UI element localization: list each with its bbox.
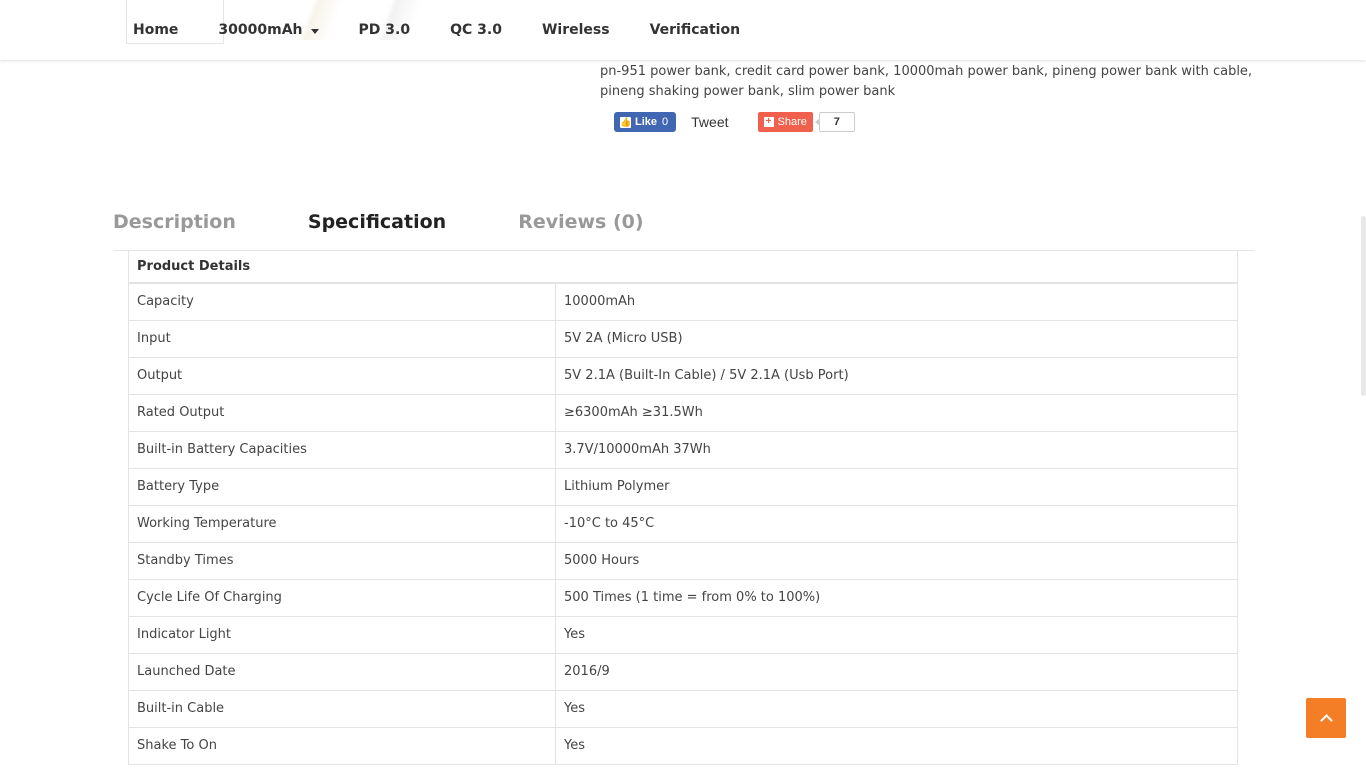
spec-value: 10000mAh: [555, 282, 1238, 321]
nav-item-label: PD 3.0: [358, 22, 411, 38]
share-count: 7: [814, 112, 855, 132]
table-row: Battery Type Lithium Polymer: [128, 467, 1238, 506]
spec-key: Output: [128, 356, 556, 395]
nav-item-label: 30000mAh: [218, 22, 303, 38]
tweet-button[interactable]: Tweet: [691, 114, 728, 130]
spec-value: Yes: [555, 689, 1238, 728]
nav-item-home[interactable]: Home: [133, 22, 178, 38]
spec-key: Cycle Life Of Charging: [128, 578, 556, 617]
table-row: Indicator Light Yes: [128, 615, 1238, 654]
spec-key: Standby Times: [128, 541, 556, 580]
nav-item-pd30[interactable]: PD 3.0: [359, 22, 411, 38]
tab-specification[interactable]: Specification: [308, 206, 446, 250]
spec-key: Capacity: [128, 282, 556, 321]
nav-item-30000mah[interactable]: 30000mAh: [218, 22, 319, 38]
table-row: Shake To On Yes: [128, 726, 1238, 765]
nav-item-label: Verification: [649, 22, 741, 38]
social-share-bar: 👍 Like 0 Tweet + Share 7: [614, 112, 855, 132]
spec-value: 500 Times (1 time = from 0% to 100%): [555, 578, 1238, 617]
spec-key: Battery Type: [128, 467, 556, 506]
table-row: Capacity 10000mAh: [128, 282, 1238, 321]
spec-key: Built-in Cable: [128, 689, 556, 728]
plus-icon: +: [763, 117, 774, 127]
spec-key: Rated Output: [128, 393, 556, 432]
spec-value: -10°C to 45°C: [555, 504, 1238, 543]
spec-value: Lithium Polymer: [555, 467, 1238, 506]
spec-value: Yes: [555, 615, 1238, 654]
spec-value: ≥6300mAh ≥31.5Wh: [555, 393, 1238, 432]
specification-table: Product Details Capacity 10000mAh Input 5V…: [128, 251, 1238, 765]
thumbs-up-icon: 👍: [620, 116, 632, 128]
spec-value: 2016/9: [555, 652, 1238, 691]
table-row: Built-in Battery Capacities 3.7V/10000mAh…: [128, 430, 1238, 469]
facebook-like-button[interactable]: 👍 Like 0: [614, 112, 677, 132]
spec-value: 5V 2.1A (Built-In Cable) / 5V 2.1A (Usb …: [555, 356, 1238, 395]
spec-key: Indicator Light: [128, 615, 556, 654]
nav-item-label: Home: [133, 22, 179, 38]
chevron-up-icon: [1319, 713, 1333, 727]
spec-key: Launched Date: [128, 652, 556, 691]
spec-value: 5000 Hours: [555, 541, 1238, 580]
fb-like-label: Like: [635, 116, 658, 128]
top-navigation-bar: Home 30000mAh PD 3.0 QC 3.0 Wireless Ver…: [0, 0, 1366, 60]
caret-down-icon: [310, 29, 319, 34]
nav-item-label: QC 3.0: [450, 22, 502, 38]
spec-key: Shake To On: [128, 726, 556, 765]
share-button[interactable]: + Share: [757, 112, 813, 132]
product-tabs: Description Specification Reviews (0): [113, 206, 1255, 251]
back-to-top-button[interactable]: [1306, 698, 1346, 738]
page-scrollbar[interactable]: [1361, 216, 1366, 396]
spec-value: Yes: [555, 726, 1238, 765]
main-nav: Home 30000mAh PD 3.0 QC 3.0 Wireless Ver…: [133, 0, 780, 60]
nav-item-qc30[interactable]: QC 3.0: [450, 22, 502, 38]
table-row: Working Temperature -10°C to 45°C: [128, 504, 1238, 543]
product-tags[interactable]: pn-951 power bank, credit card power ban…: [600, 62, 1260, 102]
table-header: Product Details: [128, 251, 1238, 284]
table-row: Launched Date 2016/9: [128, 652, 1238, 691]
nav-item-wireless[interactable]: Wireless: [542, 22, 610, 38]
tab-description[interactable]: Description: [113, 206, 236, 250]
share-label: Share: [777, 116, 807, 128]
spec-value: 5V 2A (Micro USB): [555, 319, 1238, 358]
spec-value: 3.7V/10000mAh 37Wh: [555, 430, 1238, 469]
nav-item-label: Wireless: [541, 22, 610, 38]
table-header-row: Product Details: [128, 251, 1238, 284]
table-row: Output 5V 2.1A (Built-In Cable) / 5V 2.1A…: [128, 356, 1238, 395]
table-row: Cycle Life Of Charging 500 Times (1 time …: [128, 578, 1238, 617]
tab-reviews[interactable]: Reviews (0): [518, 206, 643, 250]
spec-key: Input: [128, 319, 556, 358]
spec-key: Working Temperature: [128, 504, 556, 543]
spec-key: Built-in Battery Capacities: [128, 430, 556, 469]
table-row: Built-in Cable Yes: [128, 689, 1238, 728]
table-row: Standby Times 5000 Hours: [128, 541, 1238, 580]
table-row: Rated Output ≥6300mAh ≥31.5Wh: [128, 393, 1238, 432]
table-row: Input 5V 2A (Micro USB): [128, 319, 1238, 358]
fb-like-count: 0: [662, 116, 669, 128]
nav-item-verification[interactable]: Verification: [650, 22, 740, 38]
